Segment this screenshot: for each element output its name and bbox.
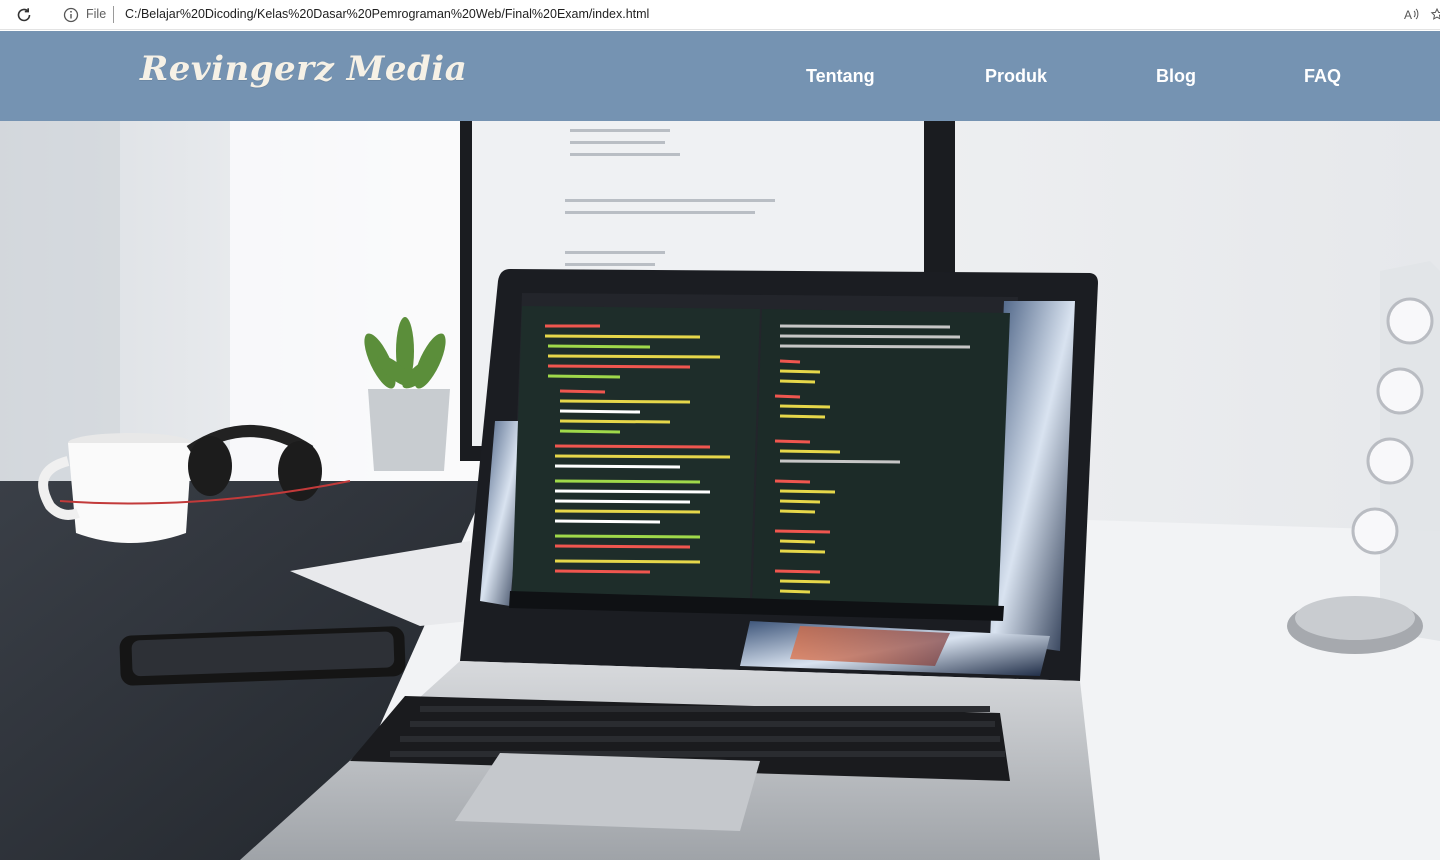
- brand-logo[interactable]: Revingerz Media: [140, 49, 467, 89]
- hero-image: [0, 121, 1440, 860]
- browser-toolbar: File C:/Belajar%20Dicoding/Kelas%20Dasar…: [0, 0, 1440, 30]
- address-bar-url[interactable]: C:/Belajar%20Dicoding/Kelas%20Dasar%20Pe…: [125, 7, 649, 21]
- site-header: Revingerz Media Tentang Produk Blog FAQ: [0, 31, 1440, 121]
- nav-link-produk[interactable]: Produk: [985, 66, 1047, 87]
- info-icon[interactable]: [62, 6, 80, 24]
- address-divider: [113, 6, 114, 23]
- nav-link-blog[interactable]: Blog: [1156, 66, 1196, 87]
- favorite-icon[interactable]: [1430, 6, 1440, 24]
- svg-text:A: A: [1404, 8, 1412, 22]
- read-aloud-icon[interactable]: A: [1402, 6, 1422, 24]
- hero-banner: [0, 121, 1440, 860]
- nav-link-faq[interactable]: FAQ: [1304, 66, 1341, 87]
- address-scheme-label: File: [86, 7, 107, 21]
- reload-icon[interactable]: [14, 5, 34, 25]
- nav-link-tentang[interactable]: Tentang: [806, 66, 875, 87]
